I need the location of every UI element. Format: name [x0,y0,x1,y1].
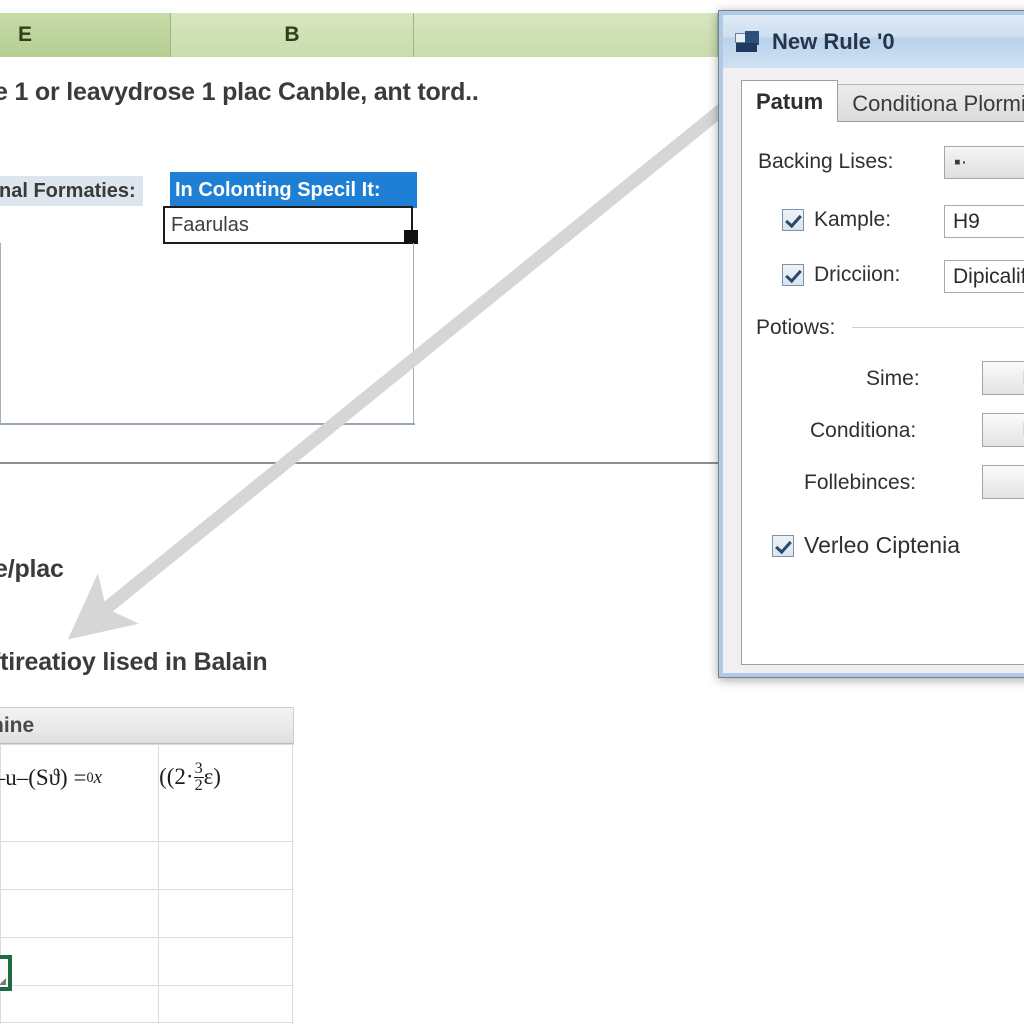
dialog-tab-panel: Backing Lises: ▪· Kample: H9 Dricciion: [741,121,1024,665]
selected-list-item[interactable]: In Colonting Specil It: [170,172,417,208]
formula-2-tail: ε) [203,764,221,789]
grid-hline [0,841,294,842]
formula-2-fraction: 3 2 [193,760,204,794]
grid-hline [0,985,294,986]
sime-combo[interactable]: Mom [982,361,1024,395]
kample-value: H9 [953,209,980,233]
grid-hline [0,1022,294,1023]
verleo-ciptenia-checkbox[interactable] [772,534,794,557]
follebinces-combo[interactable]: Mic [982,465,1024,499]
selection-range-outline [0,243,414,425]
column-header-b[interactable]: B [171,13,414,57]
formula-2-numerator: 3 [193,760,204,778]
tab-conditional-plormin-label: Conditiona Plormin [852,90,1024,116]
caption-plac: e/plac [0,555,64,583]
field-driccion: Dricciion: [782,263,900,287]
cell-dropdown-icon [0,978,6,985]
driccion-checkbox[interactable] [782,264,804,286]
mini-sheet-cell-formula-2[interactable]: ((2· 3 2 ε) [124,751,256,803]
options-group-rule [852,327,1024,328]
grid-hline [0,889,294,890]
page-title: e 1 or leavydrose 1 plac Canble, ant tor… [0,78,479,106]
column-header-e-label: E [18,23,33,46]
dialog-title-text: New Rule '0 [772,28,895,54]
field-conditiona: Conditiona: [810,419,916,443]
driccion-value: Dipicalify [953,264,1024,288]
formula-1-exponent: 0 [86,769,94,786]
dialog-title-bar[interactable]: New Rule '0 [723,15,1024,68]
tab-patum-label: Patum [756,88,824,114]
formula-1-mid: ϑ) = [48,765,87,790]
tab-patum[interactable]: Patum [741,80,839,122]
column-header-b-label: B [284,23,300,46]
formula-2-base: 2· [174,764,194,789]
conditiona-label: Conditiona: [810,419,917,442]
new-rule-dialog: New Rule '0 Patum Conditiona Plormin Bac… [718,10,1024,678]
caption-balain: ftireatioy lised in Balain [0,648,268,676]
follebinces-label: Follebinces: [804,471,917,494]
column-header-3[interactable] [414,13,718,57]
backing-lises-value: ▪· [954,151,968,173]
dialog-tab-strip: Patum Conditiona Plormin [741,80,1024,122]
grid-hline [0,937,294,938]
conditiona-combo[interactable]: Mom [982,413,1024,447]
fill-handle[interactable] [404,230,418,244]
driccion-label: Dricciion: [814,263,901,286]
field-verleo-ciptenia[interactable]: Verleo Ciptenia [772,532,960,559]
screenshot-root: E B e 1 or leavydrose 1 plac Canble, ant… [0,0,1024,1024]
green-highlighted-cell[interactable] [0,955,12,991]
options-group-label-row: Potiows: [756,316,835,340]
formula-1-suffix: x [93,767,102,788]
sime-label: Sime: [866,367,920,390]
formula-edit-box[interactable]: Faarulas [163,206,413,244]
field-sime: Sime: [866,367,920,391]
dialog-body: Patum Conditiona Plormin Backing Lises: … [723,68,1024,673]
field-kample: Kample: [782,208,891,232]
conditional-formats-label: nal Formaties: [0,176,143,206]
formula-2-open: (( [159,764,175,789]
formula-2-denominator: 2 [194,776,203,794]
options-group-label: Potiows: [756,316,836,339]
mini-spreadsheet: nine )–u–(Sϑ) =0x ((2· 3 2 ε) [0,707,294,1024]
field-follebinces: Follebinces: [804,471,916,495]
kample-input[interactable]: H9 [944,205,1024,238]
formula-1-prefix: )–u–(S [0,765,49,790]
field-backing-lises: Backing Lises: [758,150,893,174]
window-icon [735,30,761,53]
verleo-ciptenia-label: Verleo Ciptenia [804,532,960,558]
column-header-e[interactable]: E [0,13,171,57]
divider-line-upper [0,423,415,425]
driccion-input[interactable]: Dipicalify [944,260,1024,293]
grid-vline [292,744,293,1024]
kample-checkbox[interactable] [782,209,804,231]
tab-conditional-plormin[interactable]: Conditiona Plormin [837,84,1024,122]
mini-sheet-cell-formula-1[interactable]: )–u–(Sϑ) =0x [0,755,120,801]
mini-sheet-header: nine [0,707,294,744]
grid-hline [0,744,294,745]
backing-lises-label: Backing Lises: [758,150,894,173]
kample-label: Kample: [814,208,892,231]
backing-lises-combo[interactable]: ▪· [944,146,1024,179]
